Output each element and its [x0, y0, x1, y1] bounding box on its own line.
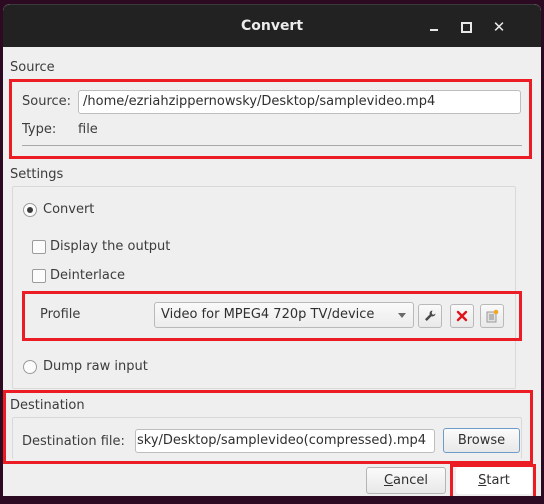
- cancel-label-rest: ancel: [393, 473, 429, 488]
- deinterlace-checkbox[interactable]: [32, 269, 46, 283]
- title-bar: Convert ✕: [3, 4, 541, 47]
- profile-dropdown[interactable]: Video for MPEG4 720p TV/device: [154, 302, 414, 328]
- dump-raw-radio[interactable]: [23, 360, 37, 374]
- deinterlace-label[interactable]: Deinterlace: [50, 268, 125, 283]
- display-output-checkbox[interactable]: [32, 240, 46, 254]
- dump-raw-label[interactable]: Dump raw input: [43, 359, 148, 374]
- maximize-button[interactable]: [455, 16, 477, 38]
- settings-section-title: Settings: [10, 167, 64, 182]
- source-section-title: Source: [10, 60, 55, 75]
- delete-x-icon: [456, 310, 468, 322]
- source-separator: [22, 145, 522, 146]
- destination-section-title: Destination: [10, 398, 85, 413]
- new-profile-icon: [486, 309, 499, 323]
- convert-radio[interactable]: [23, 203, 37, 217]
- wrench-icon: [425, 310, 436, 321]
- source-input[interactable]: /home/ezriahzippernowsky/Desktop/samplev…: [78, 90, 521, 114]
- edit-profile-button[interactable]: [418, 304, 442, 328]
- chevron-down-icon: [398, 313, 406, 318]
- minimize-button[interactable]: [423, 16, 445, 38]
- delete-profile-button[interactable]: [450, 304, 474, 328]
- start-mnemonic: S: [478, 473, 487, 488]
- close-button[interactable]: ✕: [488, 16, 510, 38]
- destination-file-input[interactable]: sky/Desktop/samplevideo(compressed).mp4: [135, 429, 435, 453]
- type-label: Type:: [22, 122, 57, 137]
- convert-label[interactable]: Convert: [43, 202, 94, 217]
- start-label-rest: tart: [486, 473, 510, 488]
- destination-file-label: Destination file:: [22, 434, 125, 449]
- browse-button[interactable]: Browse: [443, 428, 520, 453]
- type-value: file: [78, 122, 98, 137]
- cancel-button[interactable]: Cancel: [366, 467, 446, 494]
- cancel-mnemonic: C: [383, 473, 394, 488]
- close-icon: ✕: [492, 18, 506, 36]
- profile-label: Profile: [40, 307, 81, 322]
- source-label: Source:: [22, 94, 72, 109]
- display-output-label[interactable]: Display the output: [50, 239, 170, 254]
- new-profile-button[interactable]: [480, 304, 504, 328]
- desktop-background: [0, 496, 544, 504]
- convert-dialog: Convert ✕ Source Source: /home/ezriahzip…: [3, 4, 541, 504]
- start-button[interactable]: Start: [456, 467, 532, 494]
- profile-selected-value: Video for MPEG4 720p TV/device: [161, 307, 375, 322]
